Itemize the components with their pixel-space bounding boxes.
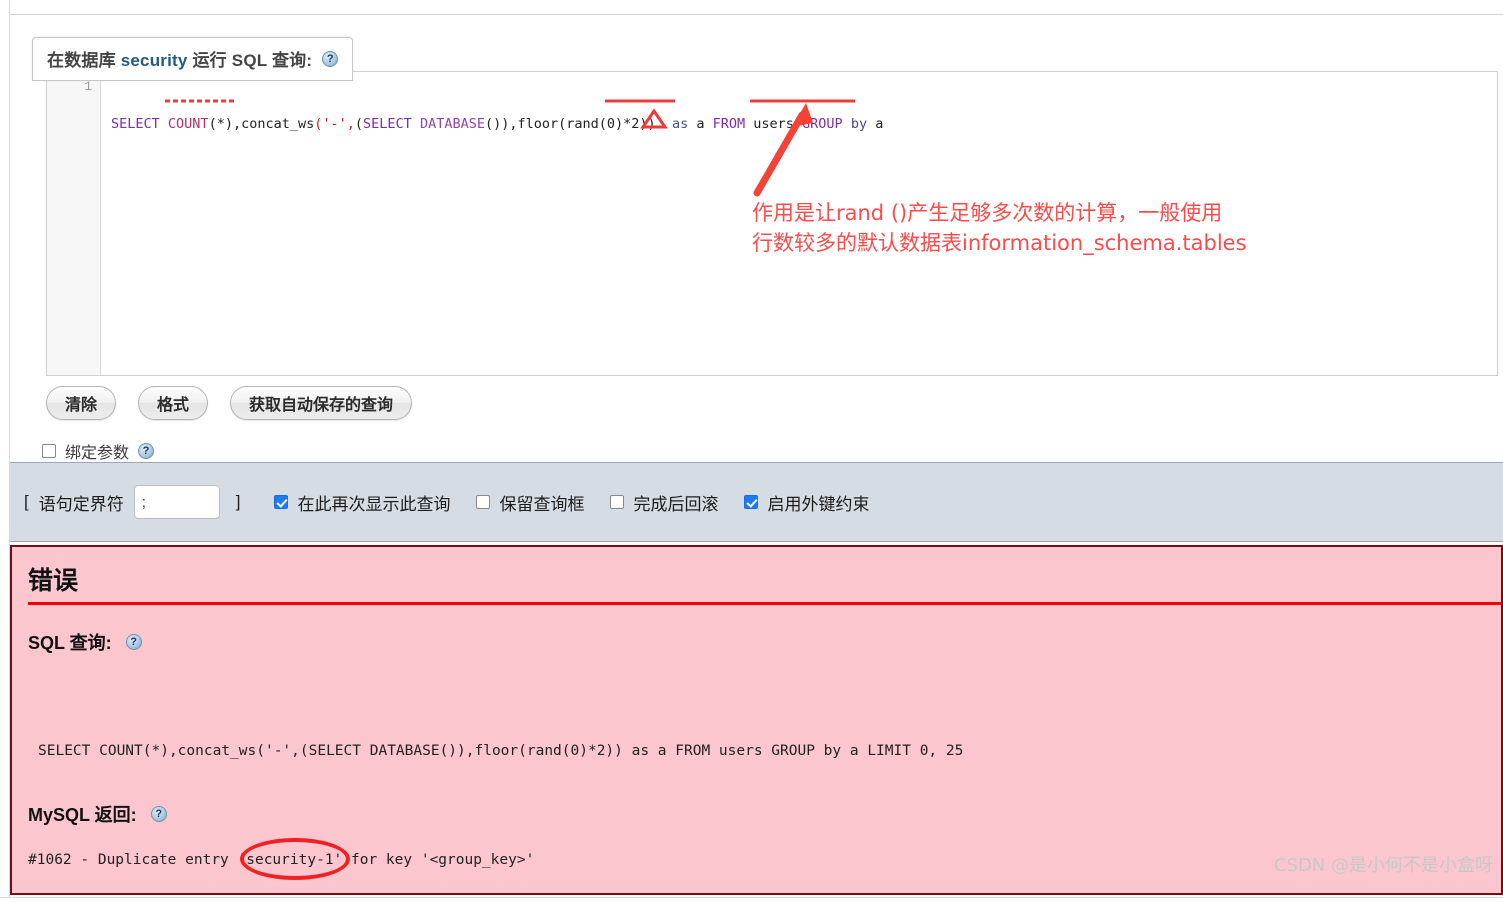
sql-token: COUNT	[167, 116, 209, 132]
bind-parameters-checkbox[interactable]	[42, 444, 56, 458]
legend-prefix: 在数据库	[47, 51, 121, 70]
page-bottom-strip	[0, 897, 1503, 909]
error-message-before: #1062 - Duplicate entry	[28, 852, 238, 868]
help-icon[interactable]	[150, 806, 167, 822]
enable-foreign-key-checks-checkbox[interactable]	[744, 495, 759, 509]
statement-delimiter-input[interactable]	[133, 485, 220, 519]
sql-token: a	[867, 116, 884, 132]
panel-legend: 在数据库 security 运行 SQL 查询:	[32, 37, 354, 81]
help-icon[interactable]	[125, 634, 142, 650]
sql-token: ()),	[484, 116, 518, 132]
editor-button-row: 清除 格式 获取自动保存的查询	[46, 386, 413, 420]
page-left-border	[0, 0, 10, 909]
sql-token: SELECT	[363, 116, 412, 132]
sql-token: (	[354, 116, 364, 132]
delimiter-open-bracket: [	[24, 492, 29, 511]
enable-foreign-key-checks-label: 启用外键约束	[767, 494, 870, 514]
annotation-text: 作用是让rand ()产生足够多次数的计算，一般使用 行数较多的默认数据表inf…	[752, 201, 1247, 255]
sql-token: floor	[517, 116, 559, 132]
rollback-when-finished-label: 完成后回滚	[633, 494, 719, 514]
editor-gutter: 1	[47, 72, 101, 375]
retain-query-box-label: 保留查询框	[499, 494, 585, 514]
legend-suffix: 运行 SQL 查询:	[187, 51, 313, 70]
sql-token: ('-',	[314, 116, 355, 132]
option-retain-query-box[interactable]: 保留查询框	[476, 490, 584, 515]
delimiter-close-bracket: ]	[235, 492, 241, 511]
sql-token: by	[850, 116, 868, 132]
sql-token: (0)*2))	[598, 116, 656, 132]
error-sql-query-label: SQL 查询:	[28, 633, 112, 653]
sql-query-panel: 在数据库 security 运行 SQL 查询: 1 SELECT COUNT(…	[10, 14, 1503, 463]
sql-token: a	[688, 116, 713, 132]
error-highlight-circle-icon	[240, 838, 350, 880]
watermark: CSDN @是小何不是小盒呀	[1273, 855, 1493, 876]
show-query-again-label: 在此再次显示此查询	[297, 494, 451, 514]
rollback-when-finished-checkbox[interactable]	[610, 495, 625, 509]
sql-token: FROM	[712, 116, 746, 132]
bind-parameters-label: 绑定参数	[65, 445, 130, 462]
format-button[interactable]: 格式	[138, 386, 209, 420]
sql-token: rand	[566, 116, 599, 132]
panel-legend-text: 在数据库 security 运行 SQL 查询:	[47, 46, 312, 71]
error-title: 错误	[28, 567, 79, 595]
error-panel: 错误 SQL 查询: SELECT COUNT(*),concat_ws('-'…	[10, 545, 1503, 895]
screenshot-root: 在数据库 security 运行 SQL 查询: 1 SELECT COUNT(…	[0, 0, 1503, 909]
sql-token: (*),	[208, 116, 242, 132]
sql-token: GROUP	[802, 116, 843, 132]
query-options-bar: [ 语句定界符 ] 在此再次显示此查询 保留查询框 完成后回滚 启用外键约束	[10, 462, 1503, 542]
sql-token: SELECT	[111, 116, 160, 132]
sql-token: as	[671, 116, 689, 132]
legend-database-name: security	[120, 51, 188, 70]
statement-delimiter-label: 语句定界符	[38, 494, 124, 514]
error-mysql-return-label: MySQL 返回:	[28, 805, 137, 825]
help-icon[interactable]	[138, 443, 155, 459]
statement-delimiter-group: [ 语句定界符 ]	[24, 485, 240, 519]
get-autosaved-query-button[interactable]: 获取自动保存的查询	[230, 386, 413, 420]
option-rollback-when-finished[interactable]: 完成后回滚	[610, 490, 718, 515]
sql-token: concat_ws	[241, 116, 315, 132]
error-sql-query-heading: SQL 查询:	[28, 629, 142, 655]
sql-code-line: SELECT COUNT(*),concat_ws('-',(SELECT DA…	[111, 115, 1497, 133]
clear-button[interactable]: 清除	[46, 386, 117, 420]
bind-parameters-row: 绑定参数	[42, 439, 155, 463]
retain-query-box-checkbox[interactable]	[476, 495, 491, 509]
error-title-rule	[28, 602, 1501, 605]
option-show-query-again[interactable]: 在此再次显示此查询	[274, 490, 450, 515]
show-query-again-checkbox[interactable]	[274, 495, 289, 509]
help-icon[interactable]	[322, 50, 339, 67]
sql-token: DATABASE	[419, 116, 485, 132]
error-message-after: for key '<group_key>'	[342, 852, 535, 868]
error-sql-query-text: SELECT COUNT(*),concat_ws('-',(SELECT DA…	[38, 743, 964, 759]
error-mysql-return-heading: MySQL 返回:	[28, 801, 167, 827]
sql-token: users	[753, 116, 794, 132]
option-enable-foreign-key-checks[interactable]: 启用外键约束	[744, 490, 869, 515]
